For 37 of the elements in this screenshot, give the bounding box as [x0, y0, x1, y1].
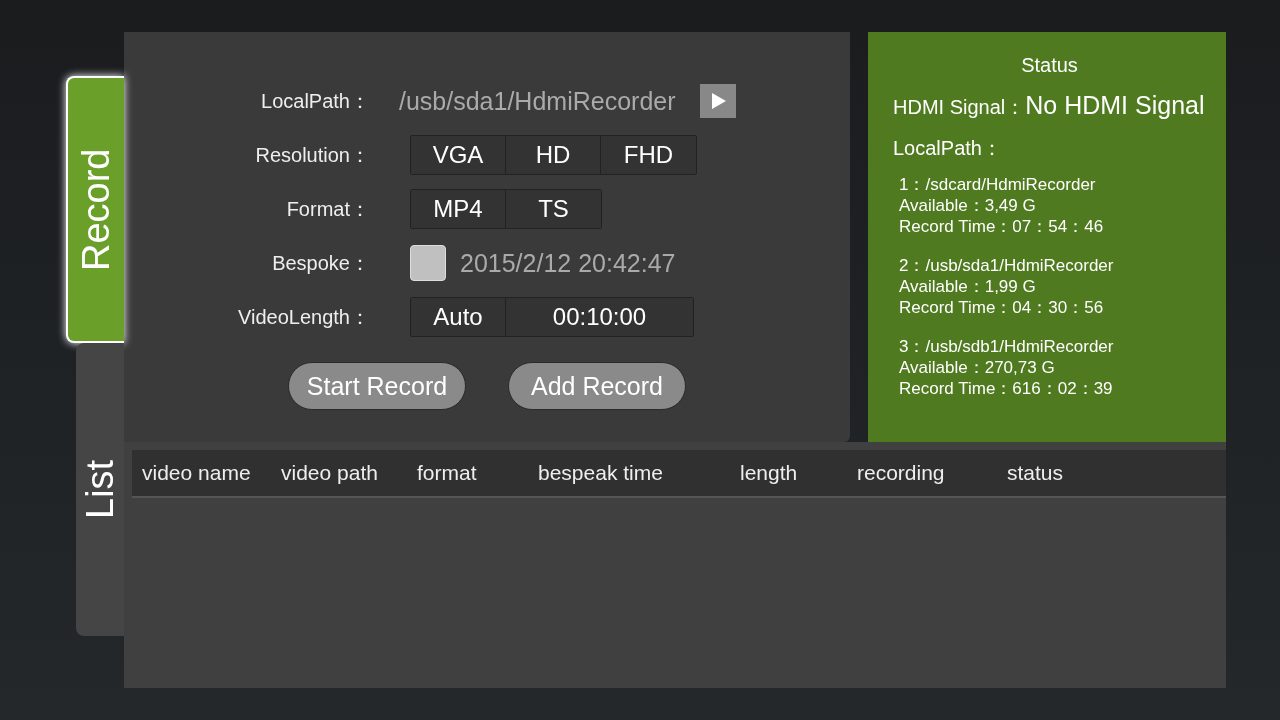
record-time: Record Time：04：30：56 [899, 297, 1105, 318]
path-value: /usb/sda1/HdmiRecorder [399, 86, 676, 116]
option-button[interactable]: VGA [411, 136, 506, 174]
option-button[interactable]: FHD [601, 136, 696, 174]
option-button[interactable]: MP4 [411, 190, 506, 228]
checkbox[interactable] [410, 245, 446, 281]
option-button[interactable]: Auto [411, 298, 506, 336]
storage-path: 3：/usb/sdb1/HdmiRecorder [899, 336, 1115, 357]
hdmi-value: No HDMI Signal [1025, 91, 1205, 120]
status-title: Status [1020, 54, 1079, 77]
side-tab[interactable]: List [76, 343, 124, 636]
field-label: Resolution： [254, 142, 371, 168]
column-header: video path [281, 461, 379, 485]
option-button[interactable]: TS [506, 190, 601, 228]
available-space: Available：3,49 G [899, 195, 1037, 216]
option-button[interactable]: HD [506, 136, 601, 174]
field-label: Bespoke： [271, 250, 371, 276]
column-header: recording [857, 461, 946, 485]
available-space: Available：270,73 G [899, 357, 1056, 378]
hdmi-label: HDMI Signal： [893, 95, 1026, 120]
column-header: bespeak time [538, 461, 664, 485]
localpath-label: LocalPath： [893, 136, 1003, 161]
option-button[interactable]: 00:10:00 [506, 298, 693, 336]
storage-path: 1：/sdcard/HdmiRecorder [899, 174, 1097, 195]
column-header: video name [142, 461, 252, 485]
record-time: Record Time：616：02：39 [899, 378, 1114, 399]
field-label: Format： [285, 196, 371, 222]
field-label: VideoLength： [237, 304, 371, 330]
column-header: length [740, 461, 799, 485]
available-space: Available：1,99 G [899, 276, 1037, 297]
column-header: status [1007, 461, 1065, 485]
field-label: LocalPath： [260, 88, 371, 114]
column-header: format [417, 461, 478, 485]
storage-path: 2：/usb/sda1/HdmiRecorder [899, 255, 1115, 276]
record-time: Record Time：07：54：46 [899, 216, 1105, 237]
date-value: 2015/2/12 20:42:47 [460, 248, 676, 278]
play-button[interactable] [699, 84, 736, 118]
